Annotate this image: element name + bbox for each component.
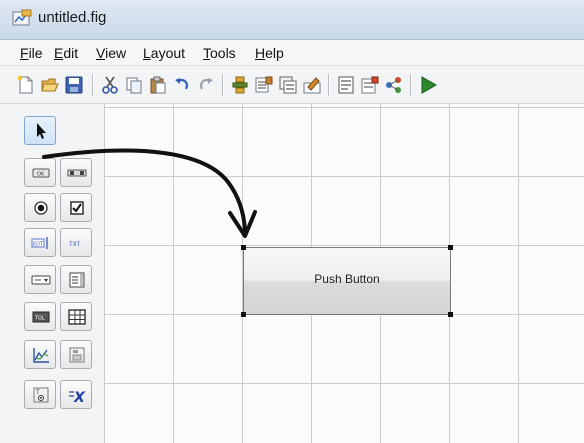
checkbox-tool-icon (70, 201, 84, 215)
tab-order-icon[interactable] (278, 75, 298, 95)
svg-text:TXT: TXT (68, 241, 81, 248)
edit-text-tool-icon: EDT (31, 237, 48, 249)
push-button-tool[interactable]: OK (24, 158, 56, 187)
button-group-tool-icon: T (33, 387, 49, 403)
slider-tool[interactable] (60, 158, 92, 187)
redo-icon[interactable] (196, 75, 216, 95)
table-tool-icon (68, 309, 86, 325)
align-objects-icon[interactable] (230, 75, 250, 95)
listbox-tool-icon (69, 272, 85, 288)
static-text-tool[interactable]: TXT (60, 228, 92, 257)
push-button-object[interactable]: Push Button (243, 247, 451, 315)
panel-tool[interactable] (60, 340, 92, 369)
select-tool[interactable] (24, 116, 56, 145)
resize-handle-bottom-left[interactable] (241, 312, 246, 317)
activex-control-tool-icon: X (69, 390, 86, 404)
edit-text-tool[interactable]: EDT (24, 228, 56, 257)
toolbar-separator (222, 74, 223, 96)
save-icon[interactable] (64, 75, 84, 95)
panel-tool-icon (69, 347, 85, 363)
resize-handle-bottom-right[interactable] (448, 312, 453, 317)
push-button-tool-icon: OK (32, 168, 50, 178)
push-button-label: Push Button (314, 272, 380, 286)
svg-text:OK: OK (37, 172, 45, 178)
open-folder-icon[interactable] (40, 75, 60, 95)
menu-tools[interactable]: Tools (203, 45, 236, 61)
axes-tool-icon (33, 348, 49, 363)
menu-help[interactable]: Help (255, 45, 284, 61)
svg-text:EDT: EDT (33, 242, 44, 248)
object-browser-icon[interactable] (384, 75, 404, 95)
menu-file[interactable]: File (20, 45, 43, 61)
undo-icon[interactable] (172, 75, 192, 95)
editor-icon[interactable] (336, 75, 356, 95)
run-figure-icon[interactable] (418, 75, 438, 95)
toolbar-editor-icon[interactable] (302, 75, 322, 95)
svg-text:T: T (35, 389, 40, 396)
resize-handle-top-left[interactable] (241, 245, 246, 250)
menu-view[interactable]: View (96, 45, 126, 61)
checkbox-tool[interactable] (60, 193, 92, 222)
toolbar (0, 66, 584, 104)
toolbar-separator (410, 74, 411, 96)
cut-icon[interactable] (100, 75, 120, 95)
paste-icon[interactable] (148, 75, 168, 95)
slider-tool-icon (67, 169, 87, 177)
popup-menu-tool-icon (31, 275, 51, 285)
title-bar: untitled.fig (0, 0, 584, 40)
figure-file-icon (12, 9, 32, 26)
new-file-icon[interactable] (16, 75, 36, 95)
listbox-tool[interactable] (60, 265, 92, 294)
component-palette: OK EDT TXT TGL T X (20, 110, 98, 420)
menu-bar: File Edit View Layout Tools Help (0, 40, 584, 66)
static-text-tool-icon: TXT (68, 241, 81, 248)
menu-edit[interactable]: Edit (54, 45, 78, 61)
svg-text:X: X (73, 390, 86, 404)
select-tool-icon (37, 123, 46, 139)
svg-text:TGL: TGL (34, 316, 45, 322)
toggle-button-tool[interactable]: TGL (24, 302, 56, 331)
resize-handle-top-right[interactable] (448, 245, 453, 250)
radio-button-tool-icon (34, 201, 48, 215)
popup-menu-tool[interactable] (24, 265, 56, 294)
activex-control-tool[interactable]: X (60, 380, 92, 409)
radio-button-tool[interactable] (24, 193, 56, 222)
button-group-tool[interactable]: T (24, 380, 56, 409)
toolbar-separator (328, 74, 329, 96)
menu-editor-icon[interactable] (254, 75, 274, 95)
toggle-button-tool-icon: TGL (32, 311, 50, 323)
window-title: untitled.fig (38, 9, 107, 26)
toolbar-separator (92, 74, 93, 96)
table-tool[interactable] (60, 302, 92, 331)
copy-icon[interactable] (124, 75, 144, 95)
menu-layout[interactable]: Layout (143, 45, 185, 61)
property-inspector-icon[interactable] (360, 75, 380, 95)
axes-tool[interactable] (24, 340, 56, 369)
